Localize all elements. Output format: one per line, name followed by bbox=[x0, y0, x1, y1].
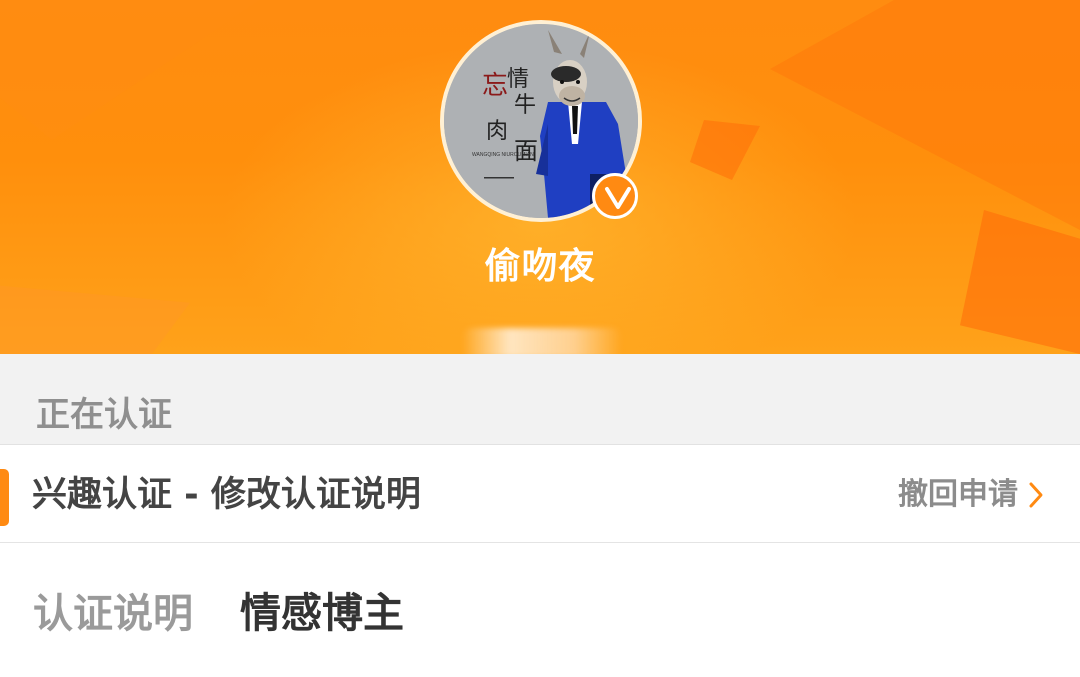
blurred-subtitle bbox=[462, 328, 622, 354]
v-badge-icon bbox=[605, 187, 631, 209]
verified-badge bbox=[592, 173, 638, 219]
accent-bar bbox=[0, 469, 9, 526]
description-label: 认证说明 bbox=[33, 591, 193, 637]
avatar-char-1: 忘 bbox=[482, 71, 508, 100]
profile-header: 忘 情 牛 肉 面 WANGQING NIUROUMIAN 偷吻夜 bbox=[0, 0, 1080, 354]
certification-title: 兴趣认证 - 修改认证说明 bbox=[32, 475, 421, 515]
description-value: 情感博主 bbox=[240, 589, 404, 637]
verification-screen: 忘 情 牛 肉 面 WANGQING NIUROUMIAN 偷吻夜 正在认证 兴… bbox=[0, 0, 1080, 677]
username: 偷吻夜 bbox=[484, 246, 596, 287]
revoke-application-button[interactable]: 撤回申请 bbox=[898, 474, 1044, 516]
section-title: 正在认证 bbox=[36, 395, 172, 435]
revoke-label: 撤回申请 bbox=[898, 477, 1018, 512]
avatar-char-2: 情 bbox=[507, 66, 529, 91]
avatar-caption: WANGQING NIUROUMIAN bbox=[472, 152, 534, 158]
avatar-char-3: 牛 bbox=[514, 92, 536, 117]
avatar-char-4: 肉 bbox=[486, 118, 508, 143]
chevron-right-icon bbox=[1029, 482, 1043, 508]
